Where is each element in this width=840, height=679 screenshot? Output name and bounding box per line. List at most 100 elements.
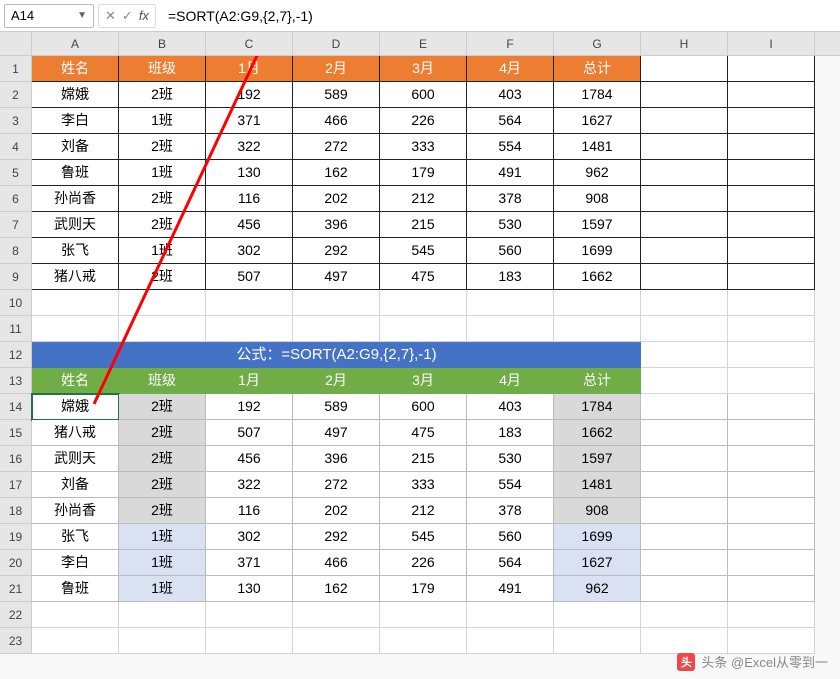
cell[interactable]: 962 bbox=[554, 160, 641, 186]
cell[interactable]: 2班 bbox=[119, 420, 206, 446]
cell[interactable]: 272 bbox=[293, 134, 380, 160]
row-header[interactable]: 16 bbox=[0, 446, 32, 472]
cell[interactable] bbox=[641, 394, 728, 420]
cell[interactable]: 589 bbox=[293, 394, 380, 420]
cell[interactable] bbox=[641, 56, 728, 82]
cell[interactable]: 162 bbox=[293, 576, 380, 602]
cell[interactable]: 456 bbox=[206, 446, 293, 472]
cell[interactable]: 226 bbox=[380, 550, 467, 576]
cell[interactable] bbox=[728, 446, 815, 472]
cell[interactable] bbox=[641, 82, 728, 108]
cell[interactable]: 908 bbox=[554, 498, 641, 524]
row-header[interactable]: 13 bbox=[0, 368, 32, 394]
row-header[interactable]: 19 bbox=[0, 524, 32, 550]
cell[interactable] bbox=[32, 602, 119, 628]
row-header[interactable]: 17 bbox=[0, 472, 32, 498]
cell[interactable] bbox=[728, 628, 815, 654]
cell[interactable] bbox=[32, 290, 119, 316]
cell[interactable] bbox=[728, 498, 815, 524]
cell[interactable]: 333 bbox=[380, 472, 467, 498]
cell[interactable] bbox=[728, 420, 815, 446]
row-header[interactable]: 12 bbox=[0, 342, 32, 368]
cell[interactable] bbox=[641, 602, 728, 628]
cell[interactable]: 1月 bbox=[206, 368, 293, 394]
cell[interactable]: 3月 bbox=[380, 56, 467, 82]
cell[interactable] bbox=[206, 290, 293, 316]
cell[interactable] bbox=[32, 628, 119, 654]
cell[interactable] bbox=[467, 602, 554, 628]
cell[interactable] bbox=[728, 368, 815, 394]
cell[interactable]: 491 bbox=[467, 160, 554, 186]
column-header[interactable]: E bbox=[380, 32, 467, 55]
cell[interactable]: 130 bbox=[206, 160, 293, 186]
cell[interactable]: 545 bbox=[380, 238, 467, 264]
cell[interactable]: 564 bbox=[467, 550, 554, 576]
column-header[interactable]: C bbox=[206, 32, 293, 55]
row-header[interactable]: 2 bbox=[0, 82, 32, 108]
name-box[interactable]: A14 ▼ bbox=[4, 4, 94, 28]
cell[interactable]: 1662 bbox=[554, 264, 641, 290]
column-header[interactable]: G bbox=[554, 32, 641, 55]
cell[interactable] bbox=[554, 602, 641, 628]
cell[interactable]: 1597 bbox=[554, 212, 641, 238]
cell[interactable] bbox=[641, 160, 728, 186]
row-header[interactable]: 8 bbox=[0, 238, 32, 264]
cell[interactable]: 600 bbox=[380, 82, 467, 108]
row-header[interactable]: 1 bbox=[0, 56, 32, 82]
cell[interactable] bbox=[728, 264, 815, 290]
cell[interactable]: 1班 bbox=[119, 160, 206, 186]
cell[interactable] bbox=[728, 82, 815, 108]
cell[interactable]: 130 bbox=[206, 576, 293, 602]
cell[interactable] bbox=[641, 498, 728, 524]
cell[interactable] bbox=[467, 290, 554, 316]
cell[interactable]: 2班 bbox=[119, 212, 206, 238]
cell[interactable]: 333 bbox=[380, 134, 467, 160]
cell[interactable]: 猪八戒 bbox=[32, 420, 119, 446]
cell[interactable] bbox=[554, 628, 641, 654]
cell[interactable] bbox=[728, 316, 815, 342]
cell[interactable] bbox=[554, 316, 641, 342]
cell[interactable] bbox=[293, 628, 380, 654]
cell[interactable] bbox=[293, 290, 380, 316]
column-header[interactable]: B bbox=[119, 32, 206, 55]
cell[interactable] bbox=[380, 602, 467, 628]
cell[interactable]: 1627 bbox=[554, 550, 641, 576]
cell[interactable]: 600 bbox=[380, 394, 467, 420]
row-header[interactable]: 10 bbox=[0, 290, 32, 316]
cell[interactable] bbox=[641, 446, 728, 472]
cell[interactable] bbox=[641, 628, 728, 654]
cell[interactable]: 497 bbox=[293, 420, 380, 446]
cell[interactable]: 215 bbox=[380, 446, 467, 472]
cell[interactable]: 530 bbox=[467, 446, 554, 472]
cell[interactable]: 908 bbox=[554, 186, 641, 212]
row-header[interactable]: 23 bbox=[0, 628, 32, 654]
row-header[interactable]: 6 bbox=[0, 186, 32, 212]
cell[interactable] bbox=[641, 472, 728, 498]
cell[interactable]: 183 bbox=[467, 264, 554, 290]
cell[interactable]: 1627 bbox=[554, 108, 641, 134]
row-header[interactable]: 7 bbox=[0, 212, 32, 238]
cell[interactable] bbox=[641, 420, 728, 446]
cell[interactable]: 378 bbox=[467, 186, 554, 212]
cell[interactable]: 530 bbox=[467, 212, 554, 238]
column-header[interactable]: F bbox=[467, 32, 554, 55]
cell[interactable]: 孙尚香 bbox=[32, 498, 119, 524]
cell[interactable]: 1597 bbox=[554, 446, 641, 472]
column-header[interactable]: H bbox=[641, 32, 728, 55]
cell[interactable]: 564 bbox=[467, 108, 554, 134]
cell[interactable]: 鲁班 bbox=[32, 576, 119, 602]
cell[interactable]: 姓名 bbox=[32, 56, 119, 82]
cell[interactable]: 322 bbox=[206, 134, 293, 160]
cell[interactable]: 560 bbox=[467, 524, 554, 550]
cell[interactable]: 192 bbox=[206, 82, 293, 108]
cell[interactable]: 张飞 bbox=[32, 524, 119, 550]
cell[interactable]: 张飞 bbox=[32, 238, 119, 264]
cell[interactable]: 116 bbox=[206, 498, 293, 524]
cell[interactable] bbox=[293, 316, 380, 342]
cell[interactable]: 嫦娥 bbox=[32, 394, 119, 420]
grid-area[interactable]: 姓名班级1月2月3月4月总计嫦娥2班1925896004031784李白1班37… bbox=[32, 56, 815, 654]
cell[interactable] bbox=[728, 160, 815, 186]
cell[interactable]: 4月 bbox=[467, 368, 554, 394]
cell[interactable]: 武则天 bbox=[32, 212, 119, 238]
cell[interactable] bbox=[206, 316, 293, 342]
